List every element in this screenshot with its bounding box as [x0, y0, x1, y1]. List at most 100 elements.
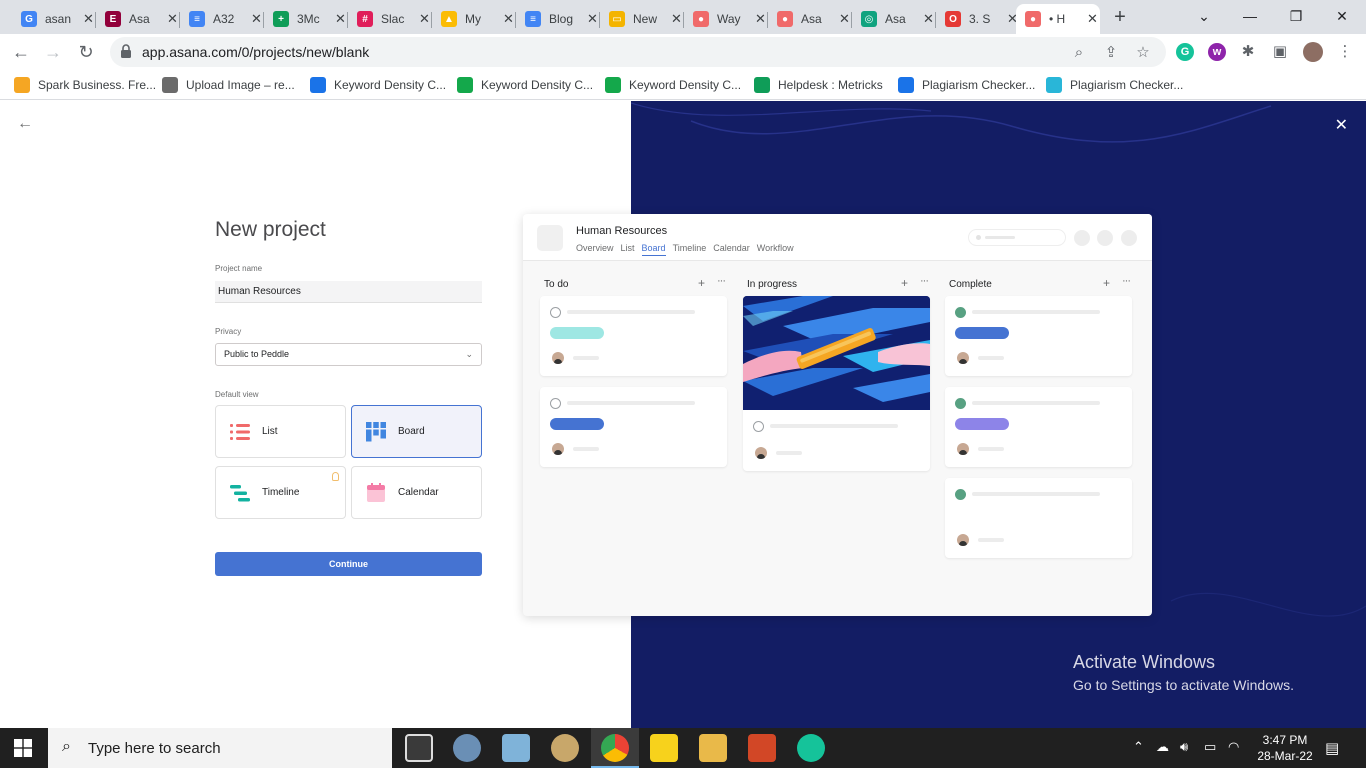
browser-tab[interactable]: ● Way ✕	[684, 4, 768, 34]
grammarly-extension-icon[interactable]: G	[1176, 43, 1194, 61]
browser-tab[interactable]: ≡ Blog ✕	[516, 4, 600, 34]
close-tab-icon[interactable]: ✕	[167, 11, 178, 27]
paint-palette-app-icon[interactable]	[551, 734, 579, 762]
back-arrow-icon[interactable]: ←	[17, 115, 33, 133]
close-icon[interactable]: ✕	[1335, 115, 1348, 135]
close-window-button[interactable]: ✕	[1330, 5, 1354, 27]
browser-tab[interactable]: O 3. S ✕	[936, 4, 1020, 34]
bookmark-label: Plagiarism Checker...	[922, 78, 1036, 92]
bookmark-item[interactable]: Plagiarism Checker...	[898, 76, 1035, 94]
close-tab-icon[interactable]: ✕	[83, 11, 94, 27]
browser-tab[interactable]: ▭ New ✕	[600, 4, 684, 34]
more-icon: ···	[1122, 275, 1131, 287]
browser-tab[interactable]: ≡ A32 ✕	[180, 4, 264, 34]
reading-list-icon[interactable]: ▣	[1271, 43, 1289, 61]
reload-icon[interactable]: ↻	[75, 41, 97, 63]
sticky-notes-app-icon[interactable]	[650, 734, 678, 762]
notepad-app-icon[interactable]	[502, 734, 530, 762]
close-tab-icon[interactable]: ✕	[839, 11, 850, 27]
zoom-icon[interactable]: ⌕	[1070, 44, 1088, 62]
bookmark-label: Plagiarism Checker...	[1070, 78, 1184, 92]
project-name-input[interactable]: Human Resources	[215, 281, 482, 303]
continue-button[interactable]: Continue	[215, 552, 482, 576]
bookmark-item[interactable]: Keyword Density C...	[457, 76, 593, 94]
view-option-board[interactable]: Board	[351, 405, 482, 458]
tab-favicon-icon: E	[105, 11, 121, 27]
close-tab-icon[interactable]: ✕	[671, 11, 682, 27]
preview-tab-board: Board	[641, 243, 666, 256]
share-icon[interactable]: ⇪	[1102, 44, 1120, 62]
back-arrow-icon[interactable]: ←	[10, 41, 32, 63]
board-icon	[366, 421, 386, 441]
windows-start-icon[interactable]	[14, 739, 32, 757]
browser-tab[interactable]: ● Asa ✕	[768, 4, 852, 34]
bookmark-item[interactable]: Plagiarism Checker...	[1046, 76, 1183, 94]
tab-title: My	[465, 12, 481, 26]
maximize-button[interactable]: ❐	[1284, 5, 1308, 27]
minimize-button[interactable]: —	[1238, 5, 1262, 27]
extensions-puzzle-icon[interactable]: ✱	[1239, 43, 1257, 61]
profile-avatar[interactable]	[1303, 42, 1323, 62]
browser-toolbar: ← → ↻ app.asana.com/0/projects/new/blank…	[0, 34, 1366, 70]
grammarly-app-icon[interactable]	[797, 734, 825, 762]
tab-title: Blog	[549, 12, 574, 26]
avatar	[552, 352, 564, 364]
view-option-timeline[interactable]: Timeline	[215, 466, 346, 519]
bookmark-favicon-icon	[1046, 77, 1062, 93]
more-icon: ···	[920, 275, 929, 287]
powerpoint-app-icon[interactable]	[748, 734, 776, 762]
browser-tab[interactable]: E Asa ✕	[96, 4, 180, 34]
view-option-calendar[interactable]: Calendar	[351, 466, 482, 519]
tab-title: Asa	[129, 12, 150, 26]
chrome-app-icon[interactable]	[601, 734, 629, 762]
bookmark-item[interactable]: Keyword Density C...	[310, 76, 446, 94]
timeline-icon	[230, 484, 250, 501]
browser-tab[interactable]: # Slac ✕	[348, 4, 432, 34]
address-bar[interactable]: app.asana.com/0/projects/new/blank ⌕ ⇪ ☆	[110, 37, 1166, 67]
chevron-up-icon[interactable]: ⌃	[1133, 739, 1144, 755]
battery-icon[interactable]: ▭	[1204, 739, 1216, 755]
bookmark-item[interactable]: Helpdesk : Metricks	[754, 76, 883, 94]
privacy-select[interactable]: Public to Peddle ⌄	[215, 343, 482, 366]
close-tab-icon[interactable]: ✕	[923, 11, 934, 27]
taskbar-clock[interactable]: 3:47 PM 28-Mar-22	[1250, 732, 1320, 764]
bookmark-item[interactable]: Spark Business. Fre...	[14, 76, 156, 94]
bookmark-star-icon[interactable]: ☆	[1134, 44, 1152, 62]
close-tab-icon[interactable]: ✕	[335, 11, 346, 27]
browser-tab[interactable]: ▲ My ✕	[432, 4, 516, 34]
volume-icon[interactable]: 🔊︎	[1180, 739, 1188, 755]
tab-favicon-icon: ▭	[609, 11, 625, 27]
file-explorer-app-icon[interactable]	[699, 734, 727, 762]
lightbulb-icon	[332, 472, 339, 481]
bookmark-favicon-icon	[310, 77, 326, 93]
browser-tab[interactable]: ◎ Asa ✕	[852, 4, 936, 34]
browser-tab[interactable]: +3Mc ✕	[264, 4, 348, 34]
close-tab-icon[interactable]: ✕	[587, 11, 598, 27]
tab-favicon-icon: #	[357, 11, 373, 27]
wifi-icon[interactable]: ◠	[1228, 739, 1239, 755]
browser-tab[interactable]: ● • H ✕	[1016, 4, 1100, 34]
close-tab-icon[interactable]: ✕	[1087, 11, 1098, 27]
tab-search-button[interactable]: ⌄	[1192, 5, 1216, 27]
w-extension-icon[interactable]: w	[1208, 43, 1226, 61]
new-tab-button[interactable]: +	[1109, 6, 1131, 28]
preview-project-title: Human Resources	[576, 225, 668, 237]
notifications-icon[interactable]: ▤	[1325, 739, 1339, 757]
close-tab-icon[interactable]: ✕	[755, 11, 766, 27]
check-icon	[753, 421, 764, 432]
onedrive-cloud-icon[interactable]: ☁	[1156, 739, 1169, 755]
close-tab-icon[interactable]: ✕	[419, 11, 430, 27]
bookmark-item[interactable]: Upload Image – re...	[162, 76, 295, 94]
paint-app-icon[interactable]	[453, 734, 481, 762]
bookmark-favicon-icon	[14, 77, 30, 93]
chrome-menu-icon[interactable]: ⋮	[1336, 43, 1354, 61]
browser-tab[interactable]: Gasan ✕	[12, 4, 96, 34]
close-tab-icon[interactable]: ✕	[503, 11, 514, 27]
bookmark-item[interactable]: Keyword Density C...	[605, 76, 741, 94]
calculator-app-icon[interactable]	[405, 734, 433, 762]
view-option-list[interactable]: List	[215, 405, 346, 458]
forward-arrow-icon[interactable]: →	[42, 41, 64, 63]
url-text[interactable]: app.asana.com/0/projects/new/blank	[142, 44, 369, 60]
taskbar-search[interactable]: ⌕ Type here to search	[48, 728, 392, 768]
close-tab-icon[interactable]: ✕	[251, 11, 262, 27]
